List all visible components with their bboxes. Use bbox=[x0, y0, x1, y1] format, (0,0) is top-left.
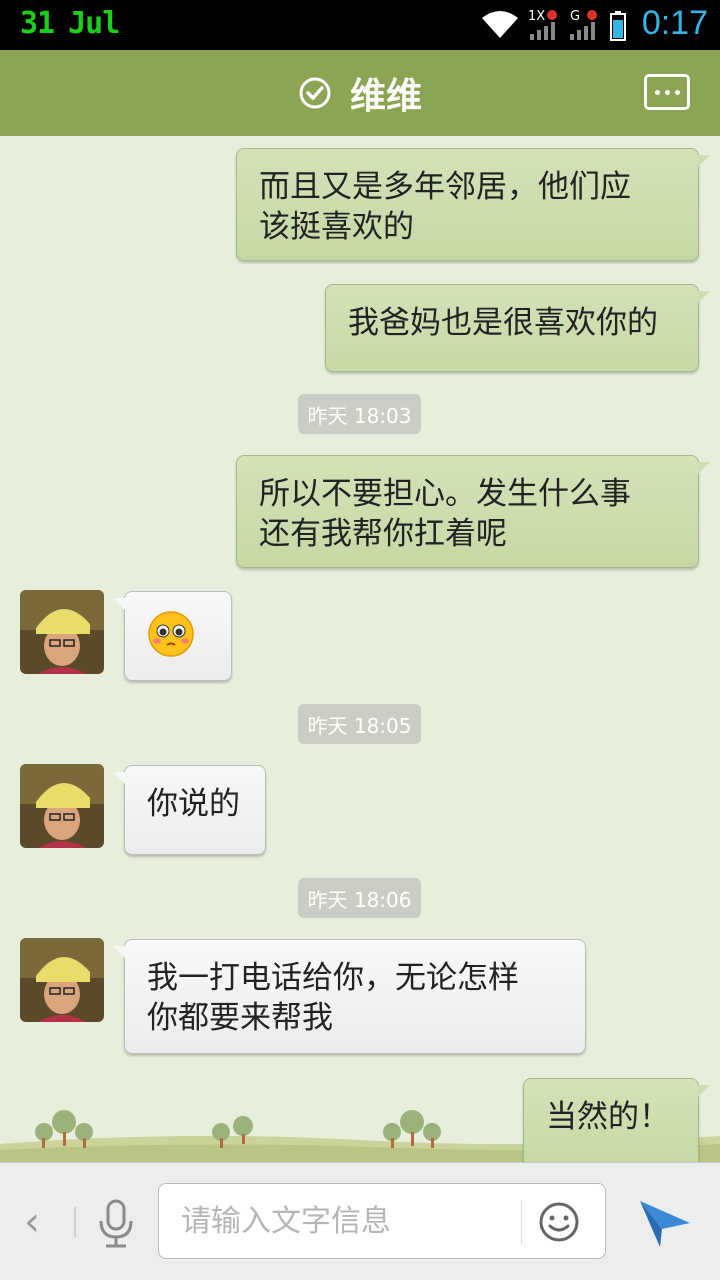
message-bubble-received[interactable]: 你说的 bbox=[113, 765, 266, 855]
status-month: Jul bbox=[68, 6, 120, 41]
status-date: 31 Jul bbox=[20, 6, 133, 41]
divider bbox=[521, 1200, 522, 1244]
signal-1x-icon: 1X bbox=[528, 9, 557, 40]
message-bubble-received[interactable] bbox=[113, 591, 232, 681]
message-bubble-sent[interactable]: 当然的！ bbox=[523, 1078, 710, 1168]
send-icon[interactable] bbox=[636, 1193, 692, 1249]
timestamp: 昨天 18:05 bbox=[298, 704, 421, 744]
status-icons: 1X G bbox=[482, 9, 626, 41]
back-chevron-icon[interactable]: ‹ bbox=[24, 1199, 40, 1245]
svg-text:1X: 1X bbox=[528, 9, 545, 24]
check-circle-icon bbox=[299, 77, 331, 109]
message-bubble-sent[interactable]: 而且又是多年邻居，他们应 该挺喜欢的 bbox=[236, 148, 710, 261]
header-zigzag-border bbox=[0, 128, 720, 136]
status-day: 31 bbox=[20, 6, 55, 41]
message-bubble-sent[interactable]: 所以不要担心。发生什么事 还有我帮你扛着呢 bbox=[236, 455, 710, 568]
smiley-icon[interactable] bbox=[537, 1200, 581, 1244]
wifi-icon bbox=[482, 11, 518, 38]
status-bar: 31 Jul 1X G 0:17 bbox=[0, 0, 720, 50]
signal-g-icon: G bbox=[570, 9, 597, 40]
avatar[interactable] bbox=[20, 764, 104, 848]
more-menu-icon bbox=[654, 89, 660, 95]
message-input[interactable] bbox=[181, 1198, 511, 1244]
battery-icon bbox=[610, 11, 626, 41]
message-bubble-sent[interactable]: 我爸妈也是很喜欢你的 bbox=[325, 284, 710, 372]
avatar[interactable] bbox=[20, 590, 104, 674]
pleading-face-emoji bbox=[148, 611, 194, 657]
message-bubble-received[interactable]: 我一打电话给你，无论怎样 你都要来帮我 bbox=[113, 939, 586, 1054]
chat-header: 维维 bbox=[0, 50, 720, 136]
avatar[interactable] bbox=[20, 938, 104, 1022]
svg-text:G: G bbox=[570, 9, 580, 24]
microphone-icon[interactable] bbox=[96, 1199, 136, 1249]
chat-title-area[interactable]: 维维 bbox=[0, 50, 720, 136]
input-bar: ‹ bbox=[0, 1162, 720, 1280]
timestamp: 昨天 18:06 bbox=[298, 878, 421, 918]
contact-name: 维维 bbox=[349, 76, 422, 117]
status-time: 0:17 bbox=[641, 4, 708, 42]
timestamp: 昨天 18:03 bbox=[298, 394, 421, 434]
more-menu-button[interactable] bbox=[644, 74, 690, 110]
divider bbox=[74, 1207, 76, 1237]
message-input-field[interactable] bbox=[158, 1183, 606, 1259]
